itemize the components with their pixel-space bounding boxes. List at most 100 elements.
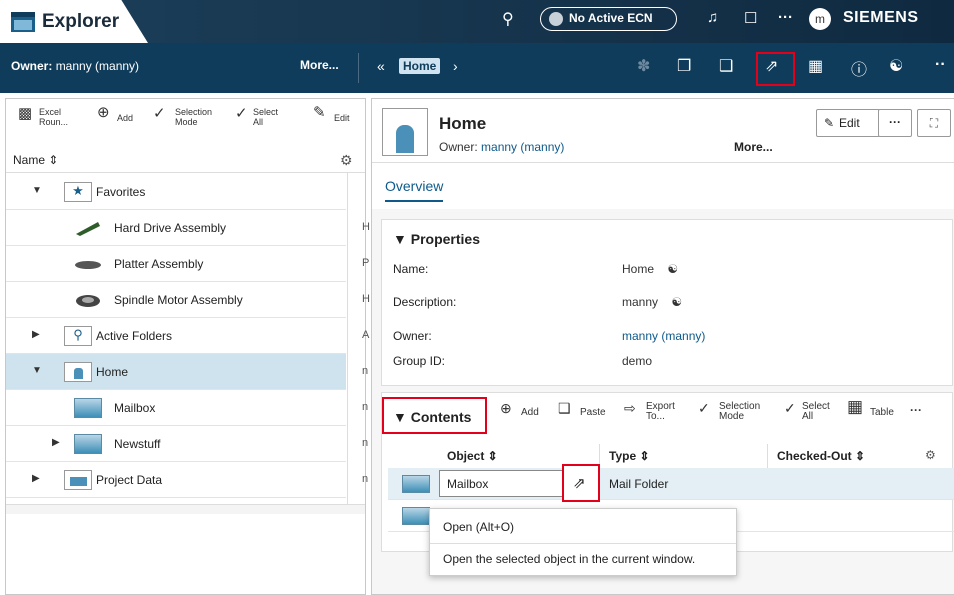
home-object-icon bbox=[382, 108, 428, 156]
divider bbox=[358, 53, 359, 83]
gear-icon[interactable]: ⚙ bbox=[340, 152, 353, 169]
nav-owner: Owner: manny (manny) bbox=[11, 59, 139, 73]
property-key: Name: bbox=[393, 262, 429, 276]
tooltip-title: Open (Alt+O) bbox=[443, 520, 515, 534]
open-inline-button[interactable]: ⇗ bbox=[562, 464, 600, 502]
tree-row-home[interactable]: ▼ Home bbox=[6, 354, 346, 390]
caret-right-icon[interactable]: ▶ bbox=[32, 473, 40, 484]
tree-row[interactable]: Spindle Motor Assembly bbox=[6, 282, 346, 318]
highlight-open-button bbox=[756, 52, 795, 86]
panel-icon[interactable]: ▦ bbox=[808, 56, 823, 76]
nav-more-icon[interactable]: ·· bbox=[935, 56, 946, 74]
top-bar: Explorer ⚲ No Active ECN ♫ ☐ ··· m SIEME… bbox=[0, 0, 954, 43]
contents-more-icon[interactable]: ··· bbox=[910, 404, 922, 416]
tree-label: Mailbox bbox=[114, 401, 156, 415]
property-key: Group ID: bbox=[393, 354, 446, 368]
search-icon[interactable]: ⚲ bbox=[502, 9, 514, 29]
tree-row[interactable]: ▶ Newstuff bbox=[6, 426, 346, 462]
chevron-right-icon[interactable]: › bbox=[453, 58, 458, 74]
nav-owner-value[interactable]: manny (manny) bbox=[56, 59, 139, 73]
properties-heading[interactable]: ▼ Properties bbox=[393, 231, 480, 247]
caret-right-icon[interactable]: ▶ bbox=[52, 437, 60, 448]
highlight-contents-heading bbox=[382, 397, 487, 434]
check-icon: ✓ bbox=[235, 105, 248, 122]
bell-icon[interactable]: ♫ bbox=[707, 9, 718, 26]
folder-icon bbox=[402, 475, 430, 493]
copy-icon[interactable]: ❐ bbox=[677, 56, 691, 76]
tree-header[interactable]: Name ⇕ ⚙ bbox=[6, 147, 365, 173]
nav-more-link[interactable]: More... bbox=[300, 58, 339, 72]
selection-mode-button[interactable]: ✓ Selection Mode bbox=[698, 400, 768, 426]
truncated-cell: n bbox=[362, 401, 369, 413]
caret-down-icon[interactable]: ▼ bbox=[32, 185, 42, 196]
caret-right-icon[interactable]: ▶ bbox=[32, 329, 40, 340]
share-icon[interactable]: ☯ bbox=[889, 56, 903, 76]
truncated-cell: H bbox=[362, 293, 370, 305]
detail-owner: Owner: manny (manny) bbox=[439, 140, 564, 154]
nav-bar: Owner: manny (manny) More... « Home › ✽ … bbox=[0, 43, 954, 93]
tree-label: Favorites bbox=[96, 185, 146, 199]
property-key: Owner: bbox=[393, 329, 432, 343]
table-icon: ▦ bbox=[847, 397, 864, 416]
more-icon[interactable]: ··· bbox=[778, 9, 793, 26]
tree-row-active-folders[interactable]: ▶ ⚲ Active Folders bbox=[6, 318, 346, 354]
properties-card: ▼ Properties Name: Home ☯ Description: m… bbox=[381, 219, 953, 386]
truncated-cell: n bbox=[362, 365, 369, 377]
edit-button[interactable]: ✎ Edit bbox=[816, 109, 880, 137]
table-row[interactable]: Mailbox Mail Folder bbox=[388, 468, 954, 500]
translate-icon[interactable]: ☯ bbox=[667, 262, 678, 276]
detail-owner-label: Owner: bbox=[439, 140, 478, 154]
tree-label: Home bbox=[96, 365, 129, 379]
info-icon[interactable]: ⓘ bbox=[851, 56, 867, 80]
tree-row[interactable]: Mailbox bbox=[6, 390, 346, 426]
horizontal-scrollbar[interactable] bbox=[6, 504, 365, 514]
table-label: Table bbox=[870, 407, 894, 418]
add-icon: ⊕ bbox=[97, 104, 110, 121]
more-actions-button[interactable]: ··· bbox=[878, 109, 912, 137]
ecn-icon bbox=[549, 12, 563, 26]
detail-header: Home Owner: manny (manny) More... ✎ Edit … bbox=[372, 99, 954, 163]
name-column-header[interactable]: Name ⇕ bbox=[13, 153, 58, 167]
property-value: demo bbox=[622, 354, 653, 368]
caret-down-icon[interactable]: ▼ bbox=[32, 365, 42, 376]
translate-icon[interactable]: ☯ bbox=[671, 295, 682, 309]
property-value-link[interactable]: manny (manny) bbox=[622, 329, 705, 343]
tree-row[interactable]: Platter Assembly bbox=[6, 246, 346, 282]
checklist-icon: ✓ bbox=[153, 105, 166, 122]
app-title-tab: Explorer bbox=[0, 0, 148, 43]
breadcrumb-home[interactable]: Home bbox=[399, 58, 441, 74]
part-icon bbox=[75, 261, 101, 269]
pencil-icon: ✎ bbox=[313, 104, 326, 121]
fullscreen-icon[interactable]: ⛶ bbox=[917, 109, 951, 137]
checklist-icon: ✓ bbox=[698, 400, 710, 416]
detail-owner-value[interactable]: manny (manny) bbox=[481, 140, 564, 154]
column-header-type[interactable]: Type ⇕ bbox=[601, 444, 768, 468]
edit-label: Edit bbox=[334, 113, 350, 123]
pencil-icon: ✎ bbox=[824, 116, 835, 130]
tree-row-project-data[interactable]: ▶ Project Data bbox=[6, 462, 346, 498]
truncated-cell: P bbox=[362, 257, 370, 269]
chat-icon[interactable]: ☐ bbox=[744, 9, 757, 27]
gear-icon[interactable]: ⚙ bbox=[925, 448, 936, 462]
detail-more-link[interactable]: More... bbox=[734, 140, 773, 154]
back-icon[interactable]: « bbox=[377, 58, 385, 74]
star-icon: ★ bbox=[64, 182, 92, 202]
export-button[interactable]: ⇨ Export To... bbox=[624, 401, 684, 426]
select-all-button[interactable]: ✓ Select All bbox=[784, 401, 830, 426]
property-value: manny ☯ bbox=[622, 295, 683, 309]
selection-label: Selection Mode bbox=[175, 107, 213, 127]
avatar[interactable]: m bbox=[809, 8, 831, 30]
tree-row-favorites[interactable]: ▼ ★ Favorites bbox=[6, 174, 346, 210]
excel-icon: ▩ bbox=[18, 105, 33, 122]
tab-overview[interactable]: Overview bbox=[385, 178, 444, 202]
column-header-checked-out[interactable]: Checked-Out ⇕ ⚙ bbox=[769, 444, 954, 468]
select-all-label: Select All bbox=[802, 401, 830, 422]
tree-row[interactable]: Hard Drive Assembly bbox=[6, 210, 346, 246]
truncated-cell: A bbox=[362, 329, 370, 341]
structure-icon: ✽ bbox=[637, 58, 651, 75]
tab-bar: Overview bbox=[372, 163, 954, 209]
app-title: Explorer bbox=[42, 11, 120, 32]
paste-icon[interactable]: ❑ bbox=[719, 56, 733, 76]
ecn-button[interactable]: No Active ECN bbox=[540, 7, 677, 31]
property-value: Home ☯ bbox=[622, 262, 679, 276]
